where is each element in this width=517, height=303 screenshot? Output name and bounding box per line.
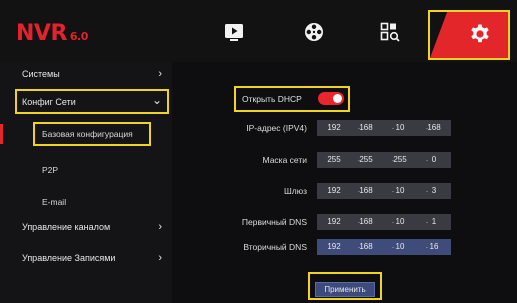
primary-dns-label: Первичный DNS [241,217,307,227]
chevron-right-icon: › [158,252,162,264]
row-ip-address: IP-адрес (IPV4) 192 . 168 . 10 . 168 [172,120,517,136]
primary-dns-field[interactable]: 192 . 168 . 10 . 1 [317,214,451,230]
ip-octet: 255 [393,155,407,164]
tab-settings[interactable] [428,10,510,60]
film-reel-icon [305,23,323,41]
sidebar-item-p2p[interactable]: P2P [0,158,172,182]
sidebar-item-label: E-mail [42,197,67,207]
ip-octet: 10 [395,217,405,226]
network-basic-config-panel: Открыть DHCP IP-адрес (IPV4) 192 . 168 .… [172,62,517,303]
ip-address-label: IP-адрес (IPV4) [246,123,307,133]
sidebar-item-label: Управление каналом [22,222,111,232]
sidebar-item-systems[interactable]: Системы › [0,62,172,86]
logo-version: 6.0 [69,30,89,43]
top-bar: NVR 6.0 [0,0,517,62]
ip-octet: 10 [395,186,405,195]
row-subnet-mask: Маска сети 255 . 255 . 255 . 0 [172,152,517,168]
search-icon [380,22,400,42]
chevron-right-icon: › [158,221,162,233]
gear-icon [471,24,489,43]
secondary-dns-field[interactable]: 192 . 168 . 10 . 16 [317,239,451,255]
gateway-field[interactable]: 192 . 168 . 10 . 3 [317,183,451,199]
subnet-mask-label: Маска сети [262,155,307,165]
ip-octet: 255 [327,155,341,164]
ip-octet: 1 [431,217,437,226]
sidebar-item-channel-management[interactable]: Управление каналом › [0,215,172,239]
ip-octet: 168 [427,123,441,132]
ip-octet: 192 [327,123,341,132]
sidebar: Системы › Конфиг Сети ⌄ Базовая конфигур… [0,62,172,303]
tab-search[interactable] [370,14,410,50]
sidebar-item-record-management[interactable]: Управление Записями › [0,246,172,270]
sidebar-item-label: Базовая конфигурация [42,129,133,139]
ip-octet: 168 [359,217,373,226]
dhcp-toggle[interactable] [318,92,344,105]
toggle-knob [333,94,342,103]
logo: NVR 6.0 [16,21,88,46]
sidebar-item-label: Конфиг Сети [22,97,76,107]
sidebar-item-basic-config[interactable]: Базовая конфигурация [0,122,172,146]
ip-octet: 10 [395,123,405,132]
ip-octet: 3 [431,186,437,195]
ip-octet: 255 [359,155,373,164]
sidebar-item-network-config[interactable]: Конфиг Сети ⌄ [0,90,172,114]
chevron-down-icon: ⌄ [151,93,162,107]
subnet-mask-field[interactable]: 255 . 255 . 255 . 0 [317,152,451,168]
row-gateway: Шлюз 192 . 168 . 10 . 3 [172,183,517,199]
apply-button[interactable]: Применить [315,282,375,297]
play-icon [225,24,243,41]
ip-octet: 192 [327,186,341,195]
gateway-label: Шлюз [283,186,307,196]
ip-octet: 168 [359,123,373,132]
row-primary-dns: Первичный DNS 192 . 168 . 10 . 1 [172,214,517,230]
chevron-right-icon: › [158,68,162,80]
secondary-dns-label: Вторичный DNS [243,242,307,252]
ip-octet: 0 [431,155,437,164]
ip-octet: 192 [327,217,341,226]
ip-octet: 168 [359,186,373,195]
row-secondary-dns: Вторичный DNS 192 . 168 . 10 . 16 [172,239,517,255]
sidebar-item-email[interactable]: E-mail [0,190,172,214]
ip-address-field[interactable]: 192 . 168 . 10 . 168 [317,120,451,136]
dhcp-label: Открыть DHCP [242,94,302,104]
tab-playback[interactable] [214,14,254,50]
sidebar-item-label: P2P [42,165,59,175]
ip-octet: 192 [327,242,341,251]
ip-octet: 16 [429,242,439,251]
sidebar-item-label: Управление Записями [22,253,116,263]
tab-backup[interactable] [294,14,334,50]
logo-text: NVR [16,21,67,46]
ip-octet: 10 [395,242,405,251]
sidebar-item-label: Системы [22,69,60,79]
ip-octet: 168 [359,242,373,251]
